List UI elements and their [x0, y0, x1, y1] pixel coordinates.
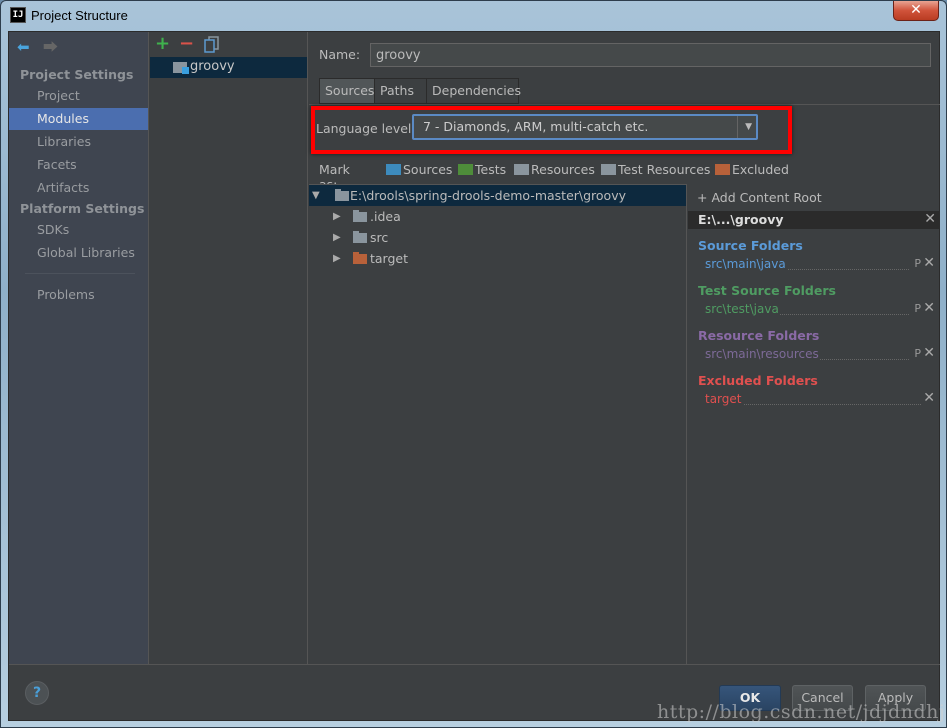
mark-as-resources-button[interactable]: Resources: [514, 162, 595, 177]
footer-divider: [9, 664, 940, 665]
package-prefix-icon[interactable]: P: [914, 347, 921, 360]
language-level-value: 7 - Diamonds, ARM, multi-catch etc.: [423, 119, 649, 134]
remove-folder-icon[interactable]: ✕: [923, 390, 935, 406]
folder-icon: [335, 189, 349, 201]
forward-arrow-icon[interactable]: ⮕: [43, 39, 58, 55]
mark-as-test-resources-button[interactable]: Test Resources: [601, 162, 710, 177]
tree-node-label: target: [370, 251, 409, 266]
content-roots-panel: + Add Content Root E:\...\groovy ✕ Sourc…: [688, 184, 940, 664]
collapse-arrow-icon[interactable]: ▶: [333, 227, 341, 248]
intellij-app-icon: IJ: [10, 7, 26, 23]
name-label: Name:: [319, 47, 361, 62]
settings-nav: ⬅ ⮕ Project Settings Project Modules Lib…: [9, 32, 149, 664]
excluded-folders-title: Excluded Folders: [698, 373, 818, 388]
tab-divider: [309, 104, 940, 105]
dropdown-arrow-icon: ▼: [745, 122, 752, 132]
module-list-panel: + − groovy: [150, 32, 308, 664]
resource-folders-title: Resource Folders: [698, 328, 820, 343]
module-name-input[interactable]: [370, 43, 931, 67]
project-structure-window: IJ Project Structure ✕ ⬅ ⮕ Project Setti…: [0, 0, 947, 728]
folder-path: src\test\java: [705, 302, 780, 316]
folder-icon: [353, 210, 367, 222]
test-source-folders-title: Test Source Folders: [698, 283, 836, 298]
back-arrow-icon[interactable]: ⬅: [17, 39, 30, 55]
resource-folder-entry: src\main\resources P ✕: [705, 345, 935, 363]
help-button[interactable]: ?: [25, 681, 49, 705]
nav-item-sdks[interactable]: SDKs: [9, 219, 148, 241]
test-source-folder-entry: src\test\java P ✕: [705, 300, 935, 318]
copy-icon: [204, 36, 219, 53]
folder-path: target: [705, 392, 743, 406]
source-folders-title: Source Folders: [698, 238, 803, 253]
package-prefix-icon[interactable]: P: [914, 257, 921, 270]
tree-node-src[interactable]: ▶ src: [309, 227, 686, 248]
collapse-arrow-icon[interactable]: ▶: [333, 248, 341, 269]
dialog-client-area: ⬅ ⮕ Project Settings Project Modules Lib…: [8, 31, 945, 723]
module-editor: Name: Sources Paths Dependencies Languag…: [309, 32, 940, 664]
remove-folder-icon[interactable]: ✕: [923, 255, 935, 271]
test-resources-folder-icon: [601, 164, 616, 175]
tab-dependencies[interactable]: Dependencies: [426, 78, 521, 104]
nav-item-artifacts[interactable]: Artifacts: [9, 177, 148, 199]
resources-folder-icon: [514, 164, 529, 175]
folder-path: src\main\java: [705, 257, 787, 271]
remove-module-button[interactable]: −: [179, 35, 194, 53]
copy-module-button[interactable]: [204, 36, 220, 53]
tab-sources[interactable]: Sources: [319, 78, 375, 104]
language-level-select[interactable]: 7 - Diamonds, ARM, multi-catch etc. ▼: [412, 114, 758, 140]
tab-paths[interactable]: Paths: [374, 78, 427, 104]
package-prefix-icon[interactable]: P: [914, 302, 921, 315]
remove-folder-icon[interactable]: ✕: [923, 300, 935, 316]
tree-node-label: src: [370, 230, 389, 245]
nav-section-platform-settings: Platform Settings: [20, 201, 145, 216]
excluded-folder-entry: target ✕: [705, 390, 935, 408]
nav-item-project[interactable]: Project: [9, 85, 148, 107]
title-bar: IJ Project Structure ✕: [1, 1, 946, 31]
excluded-folder-icon: [715, 164, 730, 175]
tree-node-idea[interactable]: ▶ .idea: [309, 206, 686, 227]
nav-item-global-libraries[interactable]: Global Libraries: [9, 242, 148, 264]
sources-folder-icon: [386, 164, 401, 175]
folder-icon: [353, 231, 367, 243]
module-label: groovy: [190, 59, 235, 74]
module-list-item[interactable]: groovy: [150, 57, 307, 78]
window-close-button[interactable]: ✕: [893, 1, 939, 21]
mark-as-excluded-button[interactable]: Excluded: [715, 162, 789, 177]
tree-node-label: E:\drools\spring-drools-demo-master\groo…: [350, 188, 627, 203]
mark-as-sources-button[interactable]: Sources: [386, 162, 452, 177]
nav-divider: [25, 273, 135, 274]
mark-as-tests-button[interactable]: Tests: [458, 162, 506, 177]
source-folder-entry: src\main\java P ✕: [705, 255, 935, 273]
tree-node-target[interactable]: ▶ target: [309, 248, 686, 269]
nav-item-facets[interactable]: Facets: [9, 154, 148, 176]
remove-content-root-icon[interactable]: ✕: [924, 211, 936, 227]
content-tree: ▼ E:\drools\spring-drools-demo-master\gr…: [309, 184, 687, 664]
tree-node-label: .idea: [370, 209, 401, 224]
nav-item-modules[interactable]: Modules: [9, 108, 148, 130]
nav-item-problems[interactable]: Problems: [9, 284, 148, 306]
add-module-button[interactable]: +: [155, 35, 170, 53]
plus-icon: +: [697, 190, 712, 205]
expand-arrow-icon[interactable]: ▼: [312, 185, 320, 206]
remove-folder-icon[interactable]: ✕: [923, 345, 935, 361]
collapse-arrow-icon[interactable]: ▶: [333, 206, 341, 227]
content-root-title: E:\...\groovy: [698, 212, 784, 227]
window-title: Project Structure: [31, 8, 128, 23]
nav-item-libraries[interactable]: Libraries: [9, 131, 148, 153]
watermark-text: http://blog.csdn.net/jdjdndhj: [657, 701, 946, 723]
add-content-root-button[interactable]: + Add Content Root: [697, 190, 822, 205]
language-level-label: Language level:: [316, 121, 416, 136]
excluded-folder-icon: [353, 252, 367, 264]
tests-folder-icon: [458, 164, 473, 175]
folder-path: src\main\resources: [705, 347, 820, 361]
nav-section-project-settings: Project Settings: [20, 67, 134, 82]
tree-node-root[interactable]: ▼ E:\drools\spring-drools-demo-master\gr…: [309, 185, 686, 206]
module-folder-icon: [173, 62, 189, 74]
content-root-header: E:\...\groovy ✕: [688, 211, 940, 229]
